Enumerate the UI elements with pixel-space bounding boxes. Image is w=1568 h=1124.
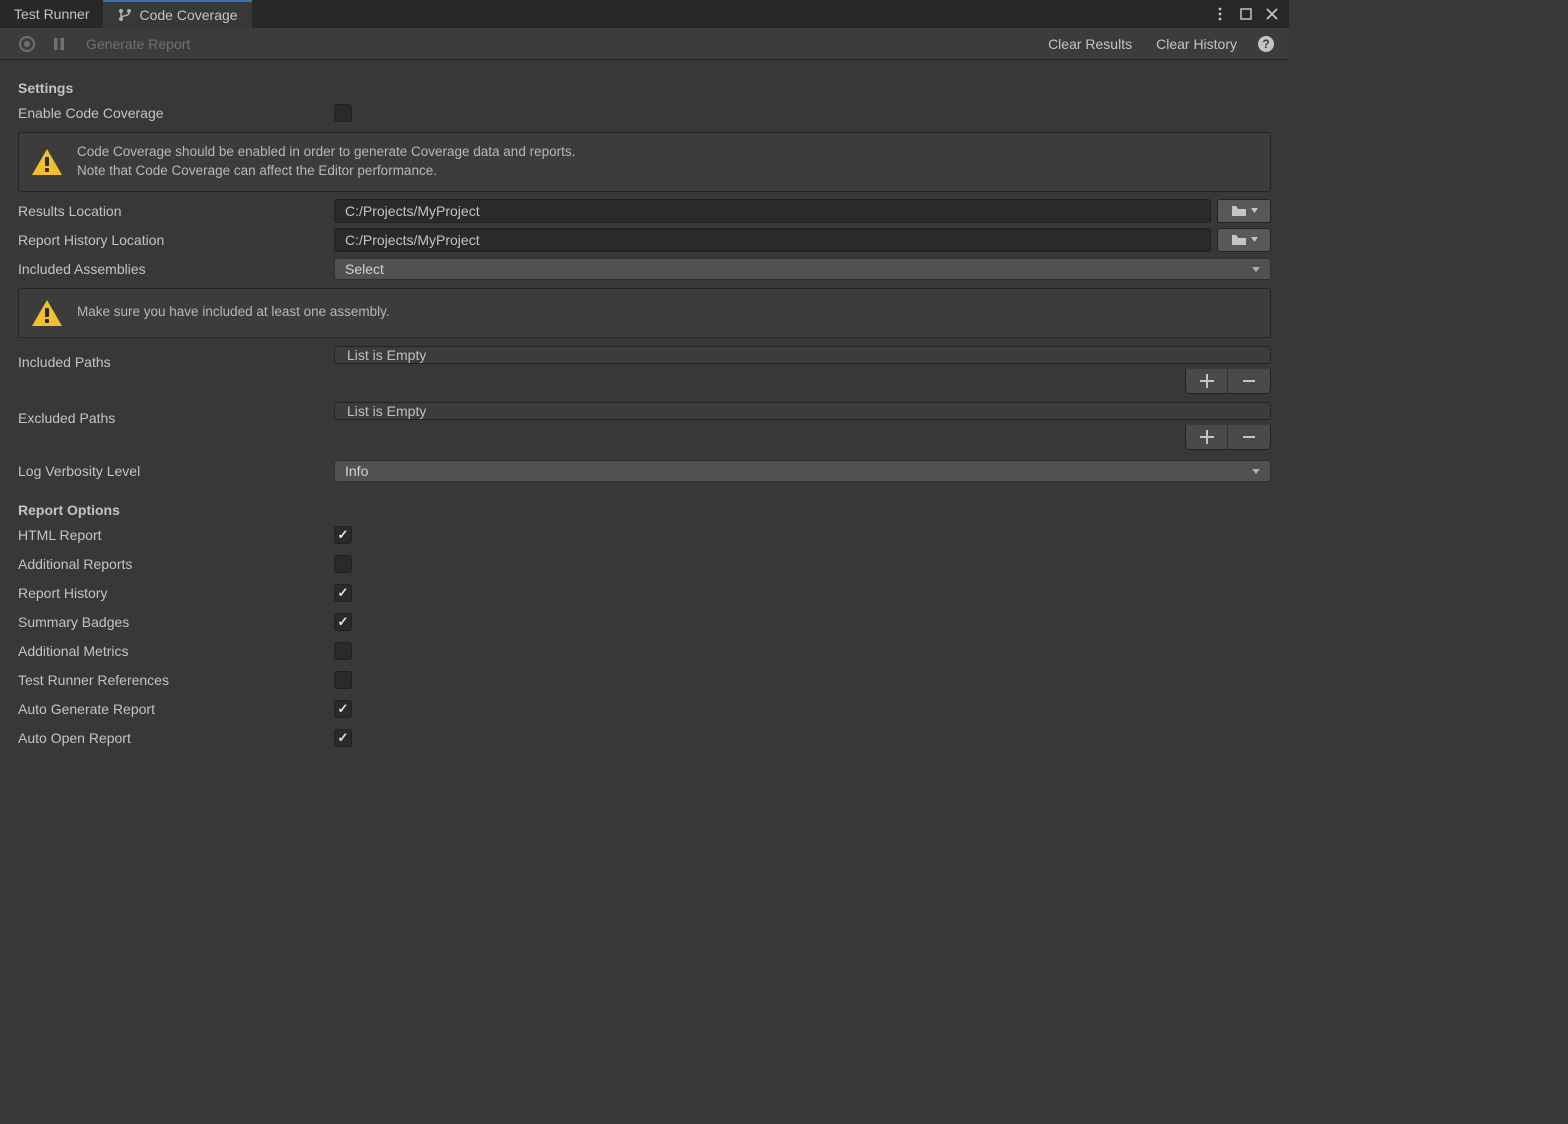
- auto-generate-label: Auto Generate Report: [18, 701, 334, 717]
- tab-label: Test Runner: [14, 6, 89, 22]
- report-options-heading: Report Options: [18, 502, 1271, 518]
- plus-icon: [1200, 430, 1214, 444]
- log-verbosity-label: Log Verbosity Level: [18, 463, 334, 479]
- report-history-label: Report History: [18, 585, 334, 601]
- log-verbosity-dropdown[interactable]: Info: [334, 460, 1271, 482]
- included-assemblies-dropdown[interactable]: Select: [334, 258, 1271, 280]
- excluded-paths-list[interactable]: List is Empty: [334, 402, 1271, 420]
- settings-heading: Settings: [18, 80, 1271, 96]
- warning-text: Code Coverage should be enabled in order…: [77, 143, 575, 181]
- auto-generate-checkbox[interactable]: [334, 700, 352, 718]
- tab-test-runner[interactable]: Test Runner: [0, 0, 103, 28]
- html-report-checkbox[interactable]: [334, 526, 352, 544]
- plus-icon: [1200, 374, 1214, 388]
- remove-included-path-button[interactable]: [1228, 369, 1270, 393]
- included-paths-label: Included Paths: [18, 346, 334, 370]
- close-icon[interactable]: [1261, 3, 1283, 25]
- history-location-input[interactable]: C:/Projects/MyProject: [334, 228, 1211, 252]
- auto-open-label: Auto Open Report: [18, 730, 334, 746]
- warning-assembly: Make sure you have included at least one…: [18, 288, 1271, 338]
- minus-icon: [1242, 430, 1256, 444]
- record-button[interactable]: [12, 30, 42, 58]
- tab-label: Code Coverage: [139, 7, 237, 23]
- tab-code-coverage[interactable]: Code Coverage: [103, 0, 251, 28]
- maximize-icon[interactable]: [1235, 3, 1257, 25]
- toolbar: Generate Report Clear Results Clear Hist…: [0, 28, 1289, 60]
- browse-results-button[interactable]: [1217, 199, 1271, 223]
- clear-results-button[interactable]: Clear Results: [1038, 30, 1142, 58]
- included-assemblies-label: Included Assemblies: [18, 261, 334, 277]
- help-button[interactable]: ?: [1251, 30, 1281, 58]
- test-runner-references-checkbox[interactable]: [334, 671, 352, 689]
- warning-text: Make sure you have included at least one…: [77, 303, 390, 322]
- additional-metrics-label: Additional Metrics: [18, 643, 334, 659]
- summary-badges-checkbox[interactable]: [334, 613, 352, 631]
- browse-history-button[interactable]: [1217, 228, 1271, 252]
- tab-bar: Test Runner Code Coverage: [0, 0, 1289, 28]
- report-history-checkbox[interactable]: [334, 584, 352, 602]
- enable-coverage-label: Enable Code Coverage: [18, 105, 334, 121]
- warning-icon: [31, 299, 63, 327]
- results-location-label: Results Location: [18, 203, 334, 219]
- additional-reports-checkbox[interactable]: [334, 555, 352, 573]
- html-report-label: HTML Report: [18, 527, 334, 543]
- auto-open-checkbox[interactable]: [334, 729, 352, 747]
- additional-reports-label: Additional Reports: [18, 556, 334, 572]
- clear-history-button[interactable]: Clear History: [1146, 30, 1247, 58]
- generate-report-button[interactable]: Generate Report: [76, 30, 200, 58]
- minus-icon: [1242, 374, 1256, 388]
- menu-icon[interactable]: [1209, 3, 1231, 25]
- test-runner-references-label: Test Runner References: [18, 672, 334, 688]
- folder-icon: [1231, 205, 1247, 217]
- svg-text:?: ?: [1262, 37, 1269, 51]
- summary-badges-label: Summary Badges: [18, 614, 334, 630]
- results-location-input[interactable]: C:/Projects/MyProject: [334, 199, 1211, 223]
- warning-enable-coverage: Code Coverage should be enabled in order…: [18, 132, 1271, 192]
- branch-icon: [117, 7, 133, 23]
- enable-coverage-checkbox[interactable]: [334, 104, 352, 122]
- add-excluded-path-button[interactable]: [1186, 425, 1228, 449]
- history-location-label: Report History Location: [18, 232, 334, 248]
- chevron-down-icon: [1251, 208, 1258, 213]
- chevron-down-icon: [1251, 237, 1258, 242]
- pause-button[interactable]: [44, 30, 74, 58]
- excluded-paths-label: Excluded Paths: [18, 402, 334, 426]
- add-included-path-button[interactable]: [1186, 369, 1228, 393]
- warning-icon: [31, 148, 63, 176]
- folder-icon: [1231, 234, 1247, 246]
- additional-metrics-checkbox[interactable]: [334, 642, 352, 660]
- remove-excluded-path-button[interactable]: [1228, 425, 1270, 449]
- included-paths-list[interactable]: List is Empty: [334, 346, 1271, 364]
